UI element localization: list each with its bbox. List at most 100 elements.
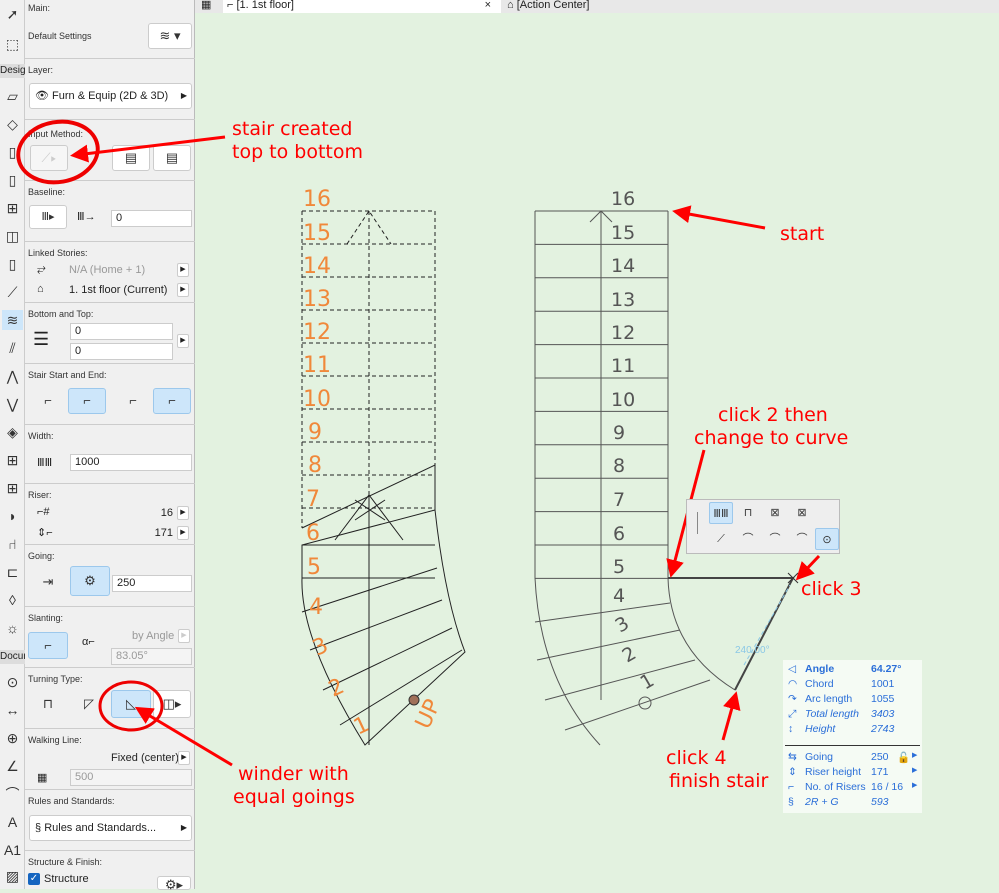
step-number: 14 (303, 254, 331, 279)
tracker-row-height[interactable]: ↕ Height 2743 (783, 723, 922, 738)
step-number: 10 (303, 387, 331, 412)
tracker-row-chord[interactable]: ◠ Chord 1001 (783, 678, 922, 693)
annotation-stair-created: stair created (232, 118, 353, 140)
three-point-arc-icon[interactable]: ⌒ (763, 528, 787, 550)
click4-arrow (721, 691, 741, 741)
right-stair (534, 210, 799, 746)
annotation-winder: winder with (238, 763, 349, 785)
tracker-label: Angle (805, 663, 835, 675)
landing-icon[interactable]: ⊓ (736, 502, 760, 524)
tracker-label: Riser height (805, 766, 862, 778)
winder-tread (564, 679, 711, 731)
tracker-label: 2R + G (805, 796, 839, 808)
tracker-value[interactable]: 1001 (871, 678, 894, 690)
step-number: 14 (611, 255, 635, 277)
step-number: 3 (309, 633, 332, 662)
risers-icon: ⌐ (788, 781, 795, 793)
annotation-start: start (780, 223, 824, 245)
tracker-value[interactable]: 171 (871, 766, 889, 778)
tracker-label: Chord (805, 678, 834, 690)
straight-segment-icon[interactable]: ⟋ (709, 528, 733, 550)
step-number: 13 (611, 289, 635, 311)
step-number: 12 (303, 320, 331, 345)
step-number: 8 (613, 455, 625, 477)
tracker-info: ◁ Angle 64.27° ◠ Chord 1001 ↷ Arc length 1055 ⤢ To… (783, 660, 922, 813)
step-number: 5 (613, 556, 625, 578)
step-number: 4 (309, 595, 323, 620)
arc-length-icon: ↷ (788, 693, 797, 705)
start-arrow (672, 205, 766, 230)
winder-icon[interactable]: ⊠ (763, 502, 787, 524)
winder-tread (544, 659, 696, 701)
annotation-click4: click 4 (666, 747, 727, 769)
going-icon: ⇆ (788, 751, 797, 763)
step-number: 1 (637, 669, 658, 694)
tangent-arc-icon[interactable]: ⌒ (736, 528, 760, 550)
annotation-equal-goings: equal goings (233, 786, 355, 808)
tracker-value[interactable]: 2743 (871, 723, 894, 735)
annotation-change-curve: change to curve (694, 427, 848, 449)
tracker-label: No. of Risers (805, 781, 866, 793)
step-number: 13 (303, 287, 331, 312)
tracker-row-rule[interactable]: § 2R + G 593 (783, 796, 922, 811)
tracker-value[interactable]: 16 / 16 (871, 781, 903, 793)
tracker-row-angle[interactable]: ◁ Angle 64.27° (783, 663, 922, 678)
stair-outline (301, 464, 466, 746)
step-number: 16 (611, 188, 635, 210)
step-number: 12 (611, 322, 635, 344)
pet-divider (697, 512, 698, 534)
step-number: 1 (350, 712, 373, 741)
angle-icon: ◁ (788, 663, 797, 675)
tracker-arrow[interactable]: ▶ (912, 781, 917, 789)
tracker-value[interactable]: 64.27° (871, 663, 901, 675)
tracker-row-risers[interactable]: ⌐ No. of Risers 16 / 16 ▶ (783, 781, 922, 796)
tracker-arrow[interactable]: ▶ (912, 766, 917, 774)
annotation-finish-stair: finish stair (669, 770, 769, 792)
step-number: 2 (619, 642, 640, 667)
walking-line-start-right (638, 696, 652, 710)
tracker-value[interactable]: 1055 (871, 693, 894, 705)
center-arc-radius-icon[interactable]: ⊙ (815, 528, 839, 550)
step-number: 4 (613, 585, 625, 607)
tracker-row-going[interactable]: ⇆ Going 250 🔓 ▶ (783, 751, 922, 766)
pet-palette: ⅢⅢ ⊓ ⊠ ⊠ ⟋ ⌒ ⌒ ⌒ ⊙ (686, 499, 840, 554)
step-number: 3 (612, 612, 633, 637)
lock-icon[interactable]: 🔓 (897, 751, 910, 764)
tracker-value[interactable]: 3403 (871, 708, 894, 720)
winder-tread (536, 629, 681, 661)
total-length-icon: ⤢ (788, 708, 797, 720)
winder-equal-icon[interactable]: ⊠ (790, 502, 814, 524)
tracker-divider (785, 745, 920, 746)
center-arc-icon[interactable]: ⌒ (790, 528, 814, 550)
step-number: 11 (303, 353, 331, 378)
step-number: 8 (308, 453, 322, 478)
step-number: 16 (303, 187, 331, 212)
straight-flight-icon[interactable]: ⅢⅢ (709, 502, 733, 524)
step-number: 5 (307, 555, 321, 580)
tracker-label: Arc length (805, 693, 853, 705)
tracker-value[interactable]: 250 (871, 751, 889, 763)
turning-type-highlight (98, 680, 164, 732)
annotation-click2: click 2 then (718, 404, 828, 426)
step-number: 2 (325, 674, 348, 703)
tracker-label: Total length (805, 708, 859, 720)
tracker-label: Going (805, 751, 834, 763)
step-number: 6 (613, 523, 625, 545)
tracker-row-arc-length[interactable]: ↷ Arc length 1055 (783, 693, 922, 708)
tracker-arrow[interactable]: ▶ (912, 751, 917, 759)
tracker-row-total-length[interactable]: ⤢ Total length 3403 (783, 708, 922, 723)
step-number: 7 (613, 489, 625, 511)
step-number: 9 (613, 422, 625, 444)
step-number: 11 (611, 355, 635, 377)
tracker-value[interactable]: 593 (871, 796, 889, 808)
riser-height-icon: ⇕ (788, 766, 797, 778)
click3-arrow (795, 554, 821, 581)
winder-tread (534, 602, 671, 623)
walking-line-start (408, 694, 420, 706)
step-number: 9 (308, 420, 322, 445)
step-number: 15 (611, 222, 635, 244)
height-icon: ↕ (788, 723, 794, 735)
annotation-top-to-bottom: top to bottom (232, 141, 363, 163)
tracker-row-riser-height[interactable]: ⇕ Riser height 171 ▶ (783, 766, 922, 781)
right-stair-numbers: 16 15 14 13 12 11 10 9 8 7 6 5 4 3 21 (611, 188, 658, 694)
